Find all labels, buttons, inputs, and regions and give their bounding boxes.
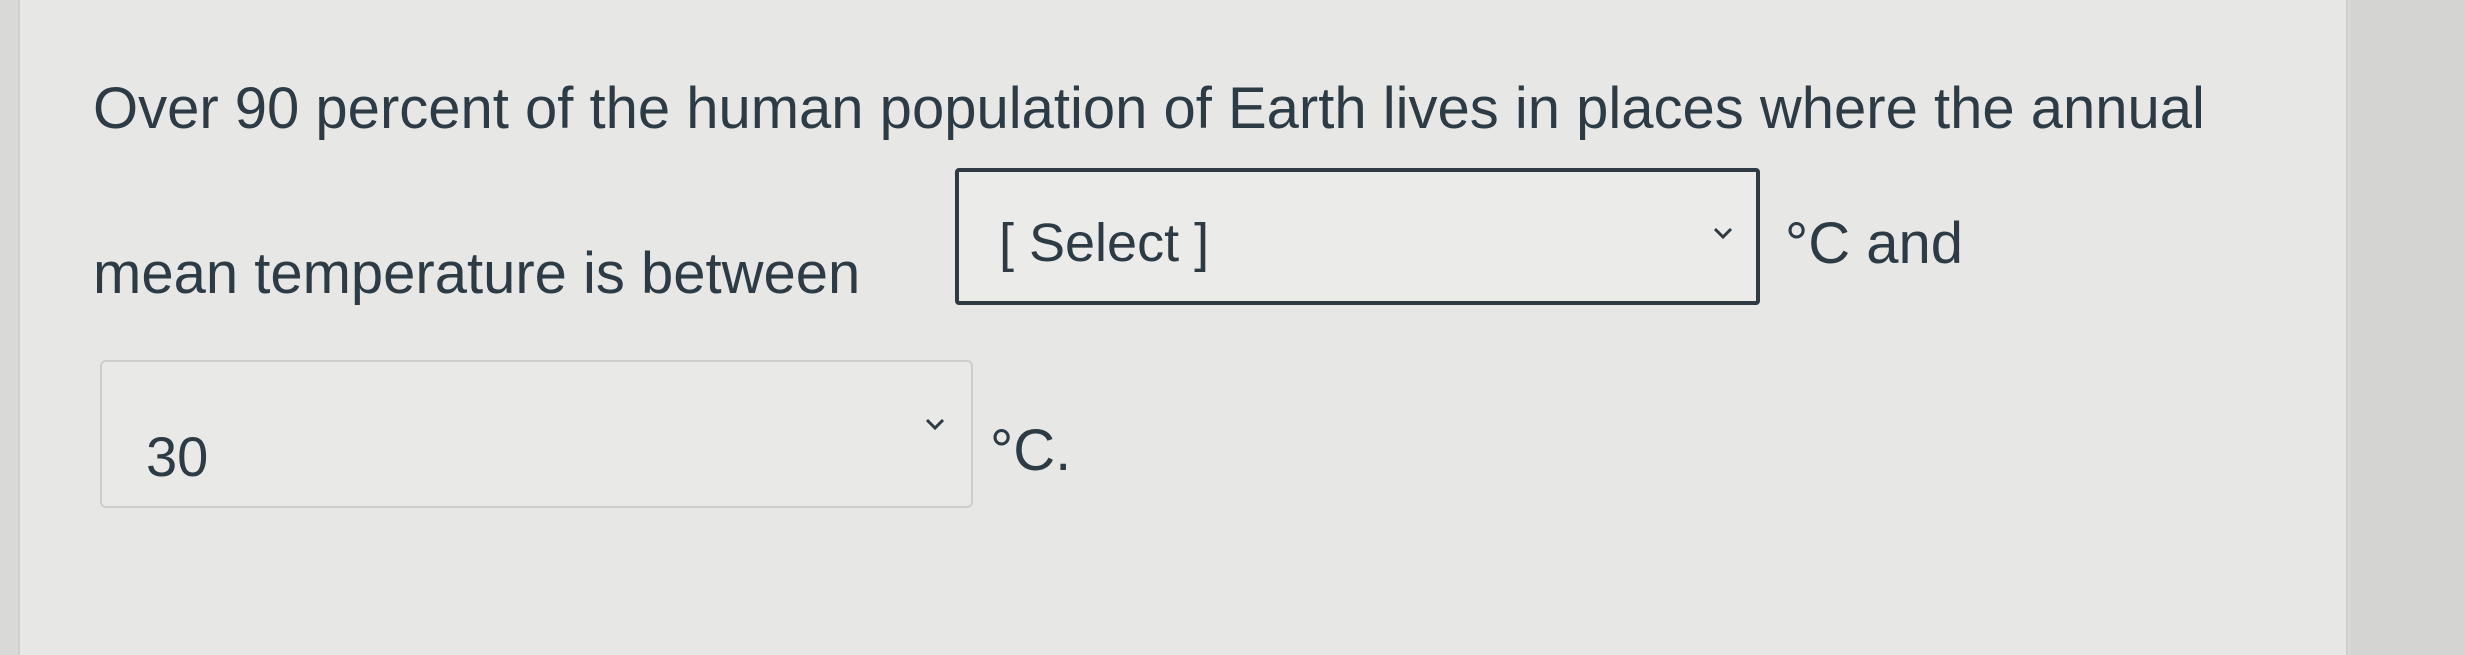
question-text-line-1: Over 90 percent of the human population … — [93, 76, 2205, 141]
dropdown-selected-value: [ Select ] — [999, 213, 1210, 273]
unit-text-celsius-period: °C. — [990, 418, 1072, 483]
side-gutter — [2350, 0, 2465, 655]
dropdown-selected-value: 30 — [146, 425, 209, 488]
chevron-down-icon — [925, 418, 945, 431]
temperature-max-dropdown[interactable]: 30 — [100, 360, 973, 508]
chevron-down-icon — [1713, 227, 1733, 240]
temperature-min-dropdown[interactable]: [ Select ] — [955, 168, 1760, 305]
unit-text-celsius-and: °C and — [1785, 211, 1963, 276]
question-text-line-2: mean temperature is between — [93, 241, 861, 306]
